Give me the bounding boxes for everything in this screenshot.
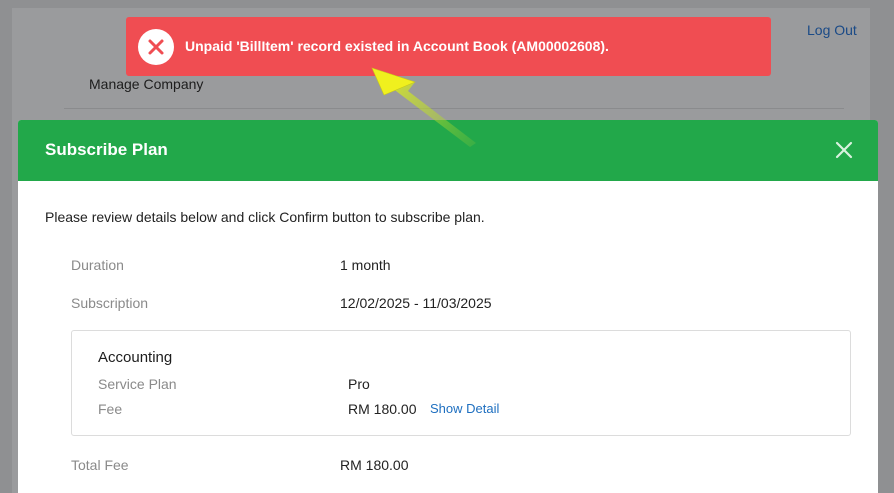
annotation-arrow-icon	[371, 67, 476, 147]
